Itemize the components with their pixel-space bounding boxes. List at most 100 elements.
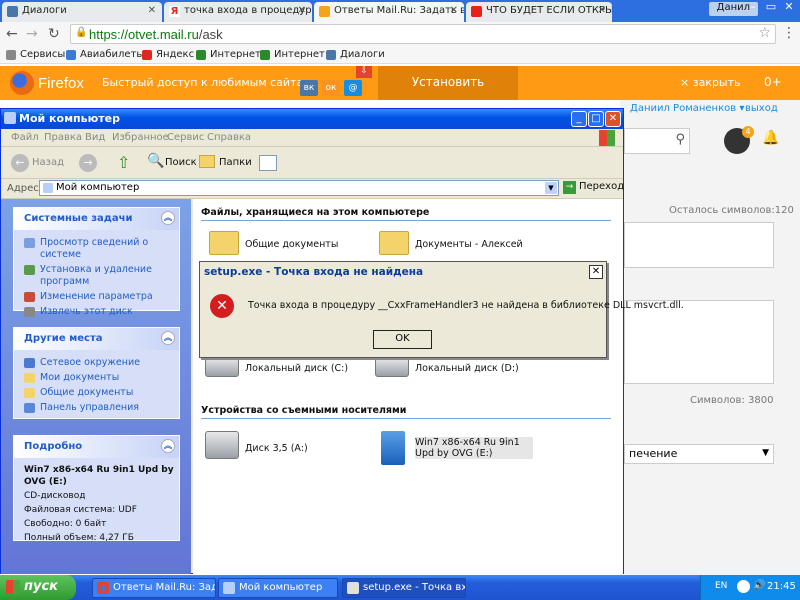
collapse-icon[interactable]: ︽ <box>161 331 175 345</box>
tab-search[interactable]: Я точка входа в процедуру ✕ <box>164 2 312 22</box>
menu-help[interactable]: Справка <box>207 132 251 143</box>
place-control-panel[interactable]: Панель управления <box>24 402 179 414</box>
menu-tools[interactable]: Сервис <box>167 132 204 143</box>
language-indicator[interactable]: EN <box>715 581 727 591</box>
logout-link[interactable]: выход <box>745 103 778 114</box>
folder-icon <box>24 388 35 398</box>
tab-dialogs[interactable]: Диалоги ✕ <box>2 2 162 22</box>
explorer-titlebar[interactable]: Мой компьютер <box>1 109 623 129</box>
place-network[interactable]: Сетевое окружение <box>24 357 179 369</box>
panel-header[interactable]: Другие места ︽ <box>14 328 179 350</box>
folder-icon[interactable] <box>209 231 239 255</box>
bookmark-dialogs[interactable]: Диалоги <box>326 49 385 60</box>
place-my-documents[interactable]: Мои документы <box>24 372 179 384</box>
menu-favorites[interactable]: Избранное <box>112 132 169 143</box>
volume-icon[interactable]: 🔊 <box>753 580 765 591</box>
mailru-user-menu[interactable]: Даниил Романенков ▾ <box>630 103 744 114</box>
ok-button[interactable]: OK <box>373 330 432 349</box>
bookmark-yandex[interactable]: Яндекс <box>142 49 194 60</box>
maximize-icon[interactable]: ▭ <box>762 0 780 16</box>
tab-otvet[interactable]: Ответы Mail.Ru: Задать во ✕ <box>314 2 464 22</box>
minimize-icon[interactable]: – <box>744 0 762 16</box>
detail-type: CD-дисковод <box>24 491 86 501</box>
clock[interactable]: 21:45 <box>767 581 796 592</box>
reload-icon[interactable]: ↻ <box>48 26 60 42</box>
collapse-icon[interactable]: ︽ <box>161 211 175 225</box>
panel-header[interactable]: Подробно ︽ <box>14 436 179 458</box>
task-label: setup.exe - Точка вх... <box>363 582 466 593</box>
close-tab-icon[interactable]: ✕ <box>298 5 306 16</box>
close-icon[interactable]: ✕ <box>605 111 621 127</box>
go-button[interactable]: → Переход <box>563 181 624 194</box>
dvd-item[interactable]: Win7 x86-x64 Ru 9in1 Upd by OVG (E:) <box>415 437 533 459</box>
bookmark-services[interactable]: Сервисы <box>6 49 65 60</box>
task-setup-error[interactable]: setup.exe - Точка вх... <box>342 578 466 598</box>
folders-button[interactable]: Папки <box>219 157 252 168</box>
disk-c-item[interactable]: Локальный диск (C:) <box>245 363 348 374</box>
search-button[interactable]: Поиск <box>165 157 197 168</box>
task-my-computer[interactable]: Мой компьютер <box>218 578 338 598</box>
download-icon: ⇩ <box>356 66 372 78</box>
lock-icon: 🔒 <box>75 27 88 38</box>
task-chrome[interactable]: Ответы Mail.Ru: Зад... <box>92 578 216 598</box>
star-icon[interactable]: ☆ <box>758 25 771 41</box>
close-tab-icon[interactable]: ✕ <box>148 5 156 16</box>
floppy-drive-icon[interactable] <box>205 431 239 459</box>
bell-icon[interactable]: 🔔 <box>762 130 779 146</box>
menu-icon[interactable]: ⋮ <box>782 25 796 41</box>
address-bar[interactable]: 🔒 https://otvet.mail.ru/ask ☆ <box>70 24 776 44</box>
chevron-down-icon[interactable]: ▼ <box>545 182 557 194</box>
close-banner-button[interactable]: × закрыть <box>680 76 741 89</box>
folder-up-icon[interactable]: ⇧ <box>117 153 130 172</box>
disk-d-item[interactable]: Локальный диск (D:) <box>415 363 519 374</box>
collapse-icon[interactable]: ︽ <box>161 439 175 453</box>
vk-icon <box>7 6 18 17</box>
install-firefox-button[interactable]: Установить <box>378 66 518 100</box>
bookmark-label: Сервисы <box>20 49 66 60</box>
menu-file[interactable]: Файл <box>11 132 39 143</box>
close-window-icon[interactable]: ✕ <box>780 0 798 16</box>
menu-view[interactable]: Вид <box>85 132 105 143</box>
hard-drive-icon[interactable] <box>205 357 239 377</box>
back-arrow-icon[interactable]: ← <box>6 26 18 42</box>
task-eject-disk[interactable]: Извлечь этот диск <box>24 306 179 318</box>
category-select-value: печение <box>629 447 678 460</box>
hard-drive-icon[interactable] <box>375 357 409 377</box>
minimize-icon[interactable]: _ <box>571 111 587 127</box>
close-tab-icon[interactable]: ✕ <box>598 5 606 16</box>
maximize-icon[interactable]: □ <box>588 111 604 127</box>
forward-arrow-icon[interactable]: → <box>79 154 97 172</box>
alexey-documents-item[interactable]: Документы - Алексей <box>415 239 523 250</box>
folder-icon[interactable] <box>379 231 409 255</box>
shared-documents-item[interactable]: Общие документы <box>245 239 338 250</box>
start-button[interactable]: пуск <box>0 575 76 600</box>
forward-arrow-icon[interactable]: → <box>26 26 38 42</box>
bookmark-internet-1[interactable]: Интернет <box>196 49 261 60</box>
bookmark-avia[interactable]: Авиабилеты <box>66 49 144 60</box>
question-body-input[interactable] <box>624 300 774 384</box>
dvd-drive-icon[interactable] <box>381 431 405 465</box>
floppy-item[interactable]: Диск 3,5 (A:) <box>245 443 308 454</box>
task-change-setting[interactable]: Изменение параметра <box>24 291 179 303</box>
menu-edit[interactable]: Правка <box>44 132 82 143</box>
dialog-title[interactable]: setup.exe - Точка входа не найдена <box>200 262 606 282</box>
task-view-system-info[interactable]: Просмотр сведений о системе <box>24 237 179 261</box>
folders-icon <box>199 155 215 168</box>
views-icon[interactable] <box>259 155 277 171</box>
place-shared-documents[interactable]: Общие документы <box>24 387 179 399</box>
panel-header[interactable]: Системные задачи ︽ <box>14 208 179 230</box>
close-icon[interactable]: ✕ <box>589 265 603 279</box>
panel-title: Другие места <box>24 333 103 344</box>
tab-youtube[interactable]: ЧТО БУДЕТ ЕСЛИ ОТКРЫ ✕ <box>466 2 612 22</box>
browser-toolbar: ← → ↻ 🔒 https://otvet.mail.ru/ask ☆ ⋮ <box>0 22 800 46</box>
bookmark-internet-2[interactable]: Интернет <box>260 49 325 60</box>
address-field[interactable]: Мой компьютер ▼ <box>39 180 559 196</box>
tray-app-icon[interactable] <box>737 580 750 593</box>
search-input[interactable]: ⚲ <box>624 128 690 154</box>
back-button-label[interactable]: Назад <box>32 157 64 168</box>
back-arrow-icon[interactable]: ← <box>11 154 29 172</box>
close-tab-icon[interactable]: ✕ <box>450 5 458 16</box>
question-title-input[interactable] <box>624 222 774 268</box>
category-select[interactable]: печение ▼ <box>624 444 774 464</box>
task-add-remove-programs[interactable]: Установка и удаление программ <box>24 264 179 288</box>
